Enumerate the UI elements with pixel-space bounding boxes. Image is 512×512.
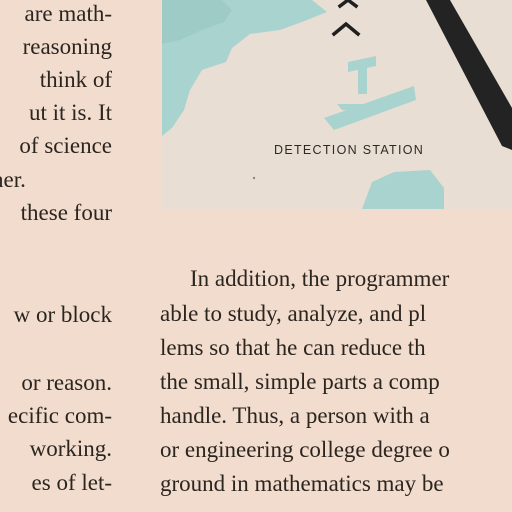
left-line-4: ut it is. It — [28, 100, 112, 125]
right-line-4: the small, simple parts a comp — [160, 369, 440, 394]
left-line-14: es of let- — [31, 470, 112, 495]
left-line-13: working. — [29, 436, 112, 461]
left-line-9: w or block — [13, 302, 112, 327]
left-line-2: reasoning — [22, 34, 112, 59]
speck-mark — [252, 176, 256, 180]
teal-platform-shape — [324, 86, 416, 130]
teal-island-shape — [362, 170, 444, 209]
right-line-1: In addition, the programmer — [190, 266, 450, 291]
right-line-3: lems so that he can reduce th — [160, 335, 426, 360]
left-line-5: of science — [19, 133, 112, 158]
signal-chevrons-icon — [331, 0, 361, 37]
right-line-7: ground in mathematics may be — [160, 471, 444, 496]
left-line-7: these four — [20, 200, 112, 225]
left-line-3: think of — [39, 67, 112, 92]
right-line-6: or engineering college degree o — [160, 437, 450, 462]
illustration-artwork — [162, 0, 512, 209]
dark-beam-shape — [426, 0, 512, 150]
left-line-1: are math- — [24, 1, 112, 26]
illustration-caption: DETECTION STATION — [274, 143, 425, 157]
left-line-6: her. — [0, 167, 26, 192]
right-line-5: handle. Thus, a person with a — [160, 403, 430, 428]
left-line-11: or reason. — [21, 370, 112, 395]
detection-station-illustration: DETECTION STATION — [162, 0, 512, 209]
left-line-12: ecific com- — [7, 403, 112, 428]
right-line-2: able to study, analyze, and pl — [160, 301, 427, 326]
